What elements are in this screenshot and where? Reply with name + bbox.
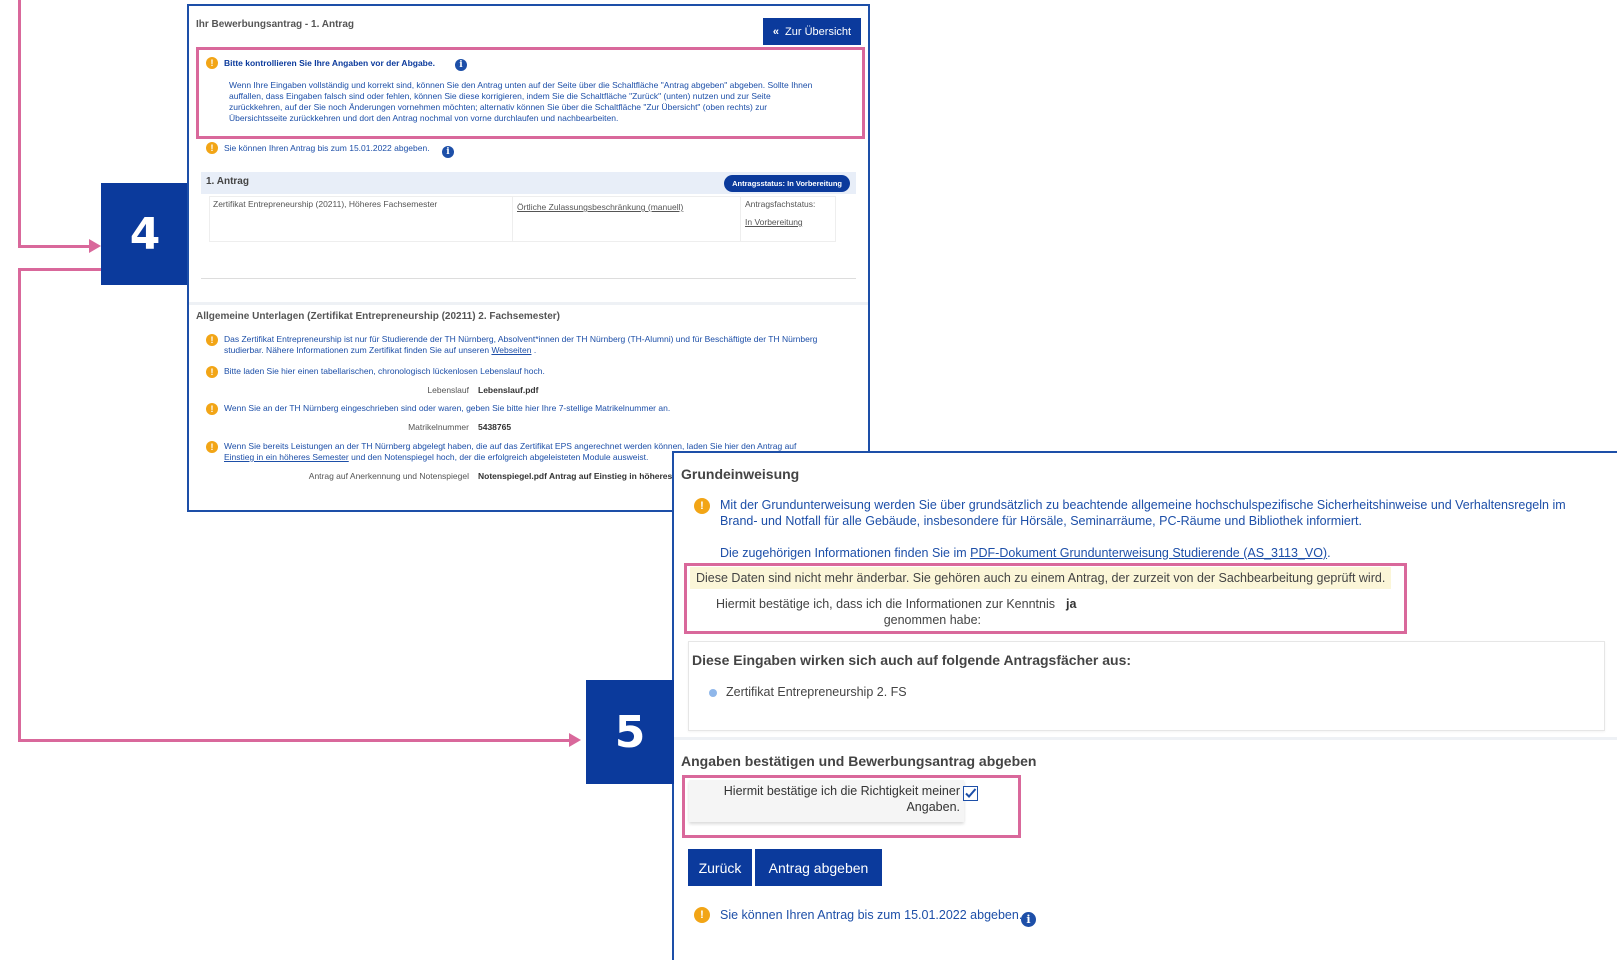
affects-heading: Diese Eingaben wirken sich auch auf folg… xyxy=(692,652,1132,668)
connector-4-horizontal xyxy=(18,245,90,248)
matrikel-value: 5438765 xyxy=(478,422,512,432)
submit-section-heading: Angaben bestätigen und Bewerbungsantrag … xyxy=(681,753,1037,769)
checkbox-label-line1: Hiermit bestätige ich die Richtigkeit me… xyxy=(723,784,960,798)
overview-button-label: Zur Übersicht xyxy=(785,25,852,38)
info-text: Die zugehörigen Informationen finden Sie… xyxy=(720,545,1331,561)
intro-line1: Mit der Grundunterweisung werden Sie übe… xyxy=(720,498,1566,512)
section-heading-grundeinweisung: Grundeinweisung xyxy=(681,466,800,482)
review-warning-line: Wenn Ihre Eingaben vollständig und korre… xyxy=(229,80,813,90)
submit-application-button[interactable]: Antrag abgeben xyxy=(755,849,882,886)
confirm-label: Hiermit bestätige ich, dass ich die Info… xyxy=(700,596,1055,628)
double-chevron-left-icon: « xyxy=(772,25,780,38)
checkbox-checked-icon[interactable] xyxy=(963,786,978,801)
cv-value: Lebenslauf.pdf xyxy=(478,385,539,395)
warning-icon: ! xyxy=(206,142,218,154)
review-warning-line: Übersichtsseite zurückkehren und dort de… xyxy=(229,113,619,123)
deadline-text: Sie können Ihren Antrag bis zum 15.01.20… xyxy=(720,908,1023,922)
overview-button[interactable]: « Zur Übersicht xyxy=(763,18,861,45)
correctness-checkbox-label: Hiermit bestätige ich die Richtigkeit me… xyxy=(694,783,960,815)
status-badge: Antragsstatus: In Vorbereitung xyxy=(724,175,850,192)
review-warning-heading: Bitte kontrollieren Sie Ihre Angaben vor… xyxy=(224,58,435,68)
connector-5-arrowhead xyxy=(569,733,581,747)
warning-icon: ! xyxy=(206,441,218,453)
cv-label: Lebenslauf xyxy=(427,385,469,395)
checkbox-label-line2: Angaben. xyxy=(906,800,960,814)
review-warning-body: Wenn Ihre Eingaben vollständig und korre… xyxy=(229,80,859,124)
confirmation-panel: Grundeinweisung ! Mit der Grundunterweis… xyxy=(672,451,1617,960)
note-recognition-text: und den Notenspiegel hoch, der die erfol… xyxy=(351,452,649,462)
connector-4-arrowhead xyxy=(89,239,101,253)
recognition-label: Antrag auf Anerkennung und Notenspiegel xyxy=(308,471,469,481)
antrag-box-bottom xyxy=(201,278,856,279)
note-eligibility-line1: Das Zertifikat Entrepreneurship ist nur … xyxy=(224,334,818,344)
note-eligibility-text: studierbar. Nähere Informationen zum Zer… xyxy=(224,345,490,355)
warning-icon: ! xyxy=(206,403,218,415)
intro-line2: Brand- und Notfall für alle Gebäude, ins… xyxy=(720,514,1362,528)
locked-notice: Diese Daten sind nicht mehr änderbar. Si… xyxy=(690,567,1392,589)
connector-5-vertical xyxy=(18,268,21,742)
info-icon[interactable]: i xyxy=(442,146,454,158)
connector-5-horizontal xyxy=(18,739,570,742)
note-eligibility: Das Zertifikat Entrepreneurship ist nur … xyxy=(224,334,864,356)
row-divider xyxy=(740,197,741,241)
info-icon[interactable]: i xyxy=(1021,912,1036,927)
application-review-panel: Ihr Bewerbungsantrag - 1. Antrag « Zur Ü… xyxy=(187,4,870,512)
deadline-text: Sie können Ihren Antrag bis zum 15.01.20… xyxy=(224,143,430,153)
warning-icon: ! xyxy=(206,334,218,346)
connector-4-vertical xyxy=(18,0,21,248)
confirm-label-line1: Hiermit bestätige ich, dass ich die Info… xyxy=(715,597,1055,611)
fach-status-label: Antragsfachstatus: xyxy=(745,199,816,209)
pdf-document-link[interactable]: PDF-Dokument Grundunterweisung Studieren… xyxy=(970,546,1327,560)
review-warning-line: zurückkehren, auf der Sie noch Änderunge… xyxy=(229,102,768,112)
review-warning-line: auffallen, dass Eingaben falsch sind ode… xyxy=(229,91,771,101)
website-link[interactable]: Webseiten xyxy=(491,345,531,355)
program-name: Zertifikat Entrepreneurship (20211), Höh… xyxy=(213,199,438,209)
antrag-row: Zertifikat Entrepreneurship (20211), Höh… xyxy=(209,196,836,242)
fach-status-link[interactable]: In Vorbereitung xyxy=(745,217,803,228)
warning-icon: ! xyxy=(694,907,710,923)
confirm-label-line2: genommen habe: xyxy=(883,613,981,627)
higher-semester-link[interactable]: Einstieg in ein höheres Semester xyxy=(224,452,349,462)
section-divider xyxy=(189,302,868,305)
bullet-icon xyxy=(709,689,717,697)
back-button[interactable]: Zurück xyxy=(688,849,752,886)
connector-5-top xyxy=(18,268,101,271)
page-title: Ihr Bewerbungsantrag - 1. Antrag xyxy=(196,19,354,30)
antrag-label: 1. Antrag xyxy=(206,176,249,187)
step-5-marker: 5 xyxy=(586,680,674,784)
info-suffix: . xyxy=(1327,546,1331,560)
restriction-link[interactable]: Örtliche Zulassungsbeschränkung (manuell… xyxy=(517,202,683,213)
docs-heading: Allgemeine Unterlagen (Zertifikat Entrep… xyxy=(196,311,561,322)
info-icon[interactable]: i xyxy=(455,59,467,71)
antrag-header: 1. Antrag Antragsstatus: In Vorbereitung xyxy=(201,172,856,194)
row-divider xyxy=(512,197,513,241)
warning-icon: ! xyxy=(694,498,710,514)
note-cv: Bitte laden Sie hier einen tabellarische… xyxy=(224,366,545,376)
section-divider xyxy=(674,737,1617,740)
confirm-value: ja xyxy=(1066,597,1077,611)
note-eligibility-line2: studierbar. Nähere Informationen zum Zer… xyxy=(224,345,537,355)
note-matrikel: Wenn Sie an der TH Nürnberg eingeschrieb… xyxy=(224,403,671,413)
affects-item: Zertifikat Entrepreneurship 2. FS xyxy=(726,685,907,699)
step-4-marker: 4 xyxy=(101,183,189,285)
warning-icon: ! xyxy=(206,366,218,378)
intro-text: Mit der Grundunterweisung werden Sie übe… xyxy=(720,497,1600,529)
info-prefix: Die zugehörigen Informationen finden Sie… xyxy=(720,546,967,560)
warning-icon: ! xyxy=(206,57,218,69)
matrikel-label: Matrikelnummer xyxy=(408,422,469,432)
recognition-value: Notenspiegel.pdf Antrag auf Einstieg in … xyxy=(478,471,673,481)
